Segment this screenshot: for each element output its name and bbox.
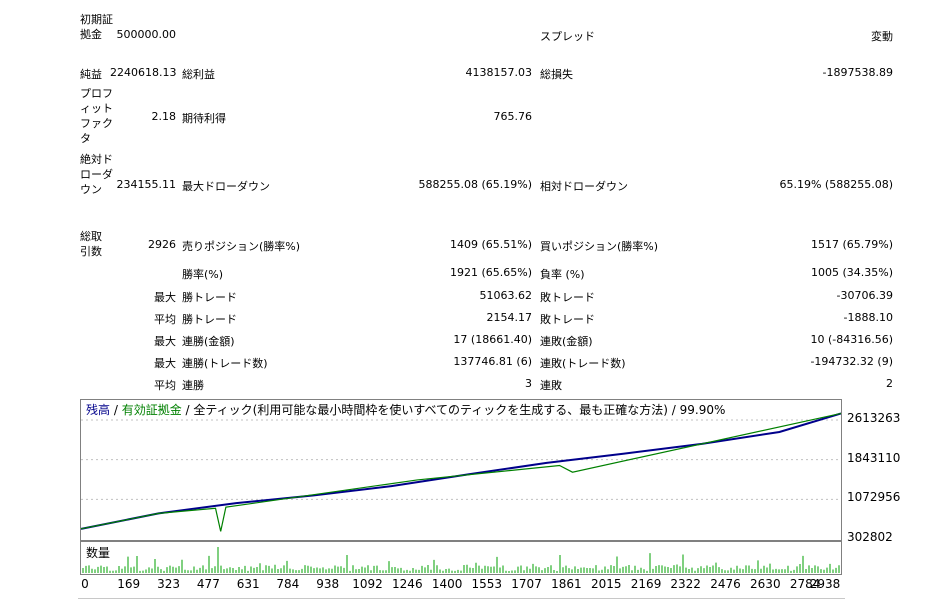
x-tick-label: 1400 xyxy=(431,577,463,591)
short-positions-value: 1409 (65.51%) xyxy=(449,238,532,251)
net-profit-label: 純益 xyxy=(80,68,102,81)
abs-drawdown-value: 234155.11 xyxy=(116,178,177,191)
average-win-prefix: 平均 xyxy=(154,313,176,326)
legend-quality: 99.90% xyxy=(679,403,726,417)
volume-chart: 数量 xyxy=(80,541,842,575)
max-consec-wins-amount-label: 連勝(金額) xyxy=(182,335,235,348)
max-consec-wins-trades-label: 連勝(トレード数) xyxy=(182,357,268,370)
win-rate-label: 勝率(%) xyxy=(182,268,224,281)
expected-payoff-value: 765.76 xyxy=(493,110,533,123)
chart-legend: 残高 / 有効証拠金 / 全ティック(利用可能な最小時間枠を使いすべてのティック… xyxy=(86,401,725,418)
initial-deposit-label: 初期証拠金 xyxy=(80,13,113,41)
y-tick-label: 1072956 xyxy=(847,490,901,505)
largest-loss-label: 敗トレード xyxy=(540,291,595,304)
largest-win-label: 勝トレード xyxy=(182,291,237,304)
x-tick-label: 0 xyxy=(81,577,89,591)
avg-consec-wins-value: 3 xyxy=(525,377,532,390)
x-tick-label: 477 xyxy=(196,577,220,591)
average-win-label: 勝トレード xyxy=(182,313,237,326)
equity-line xyxy=(80,412,842,532)
volume-label: 数量 xyxy=(86,546,111,560)
x-tick-label: 784 xyxy=(276,577,300,591)
profit-factor-label: プロフィットファクタ xyxy=(80,87,113,145)
max-consec-losses-amount-label: 連敗(金額) xyxy=(540,335,593,348)
max-consec-losses-trades-label: 連敗(トレード数) xyxy=(540,357,626,370)
avg-consec-wins-label: 連勝 xyxy=(182,379,204,392)
abs-drawdown-label: 絶対ドローダウン xyxy=(80,153,113,196)
win-rate-value: 1921 (65.65%) xyxy=(449,266,532,279)
x-tick-label: 2322 xyxy=(670,577,701,591)
x-tick-label: 2938 xyxy=(809,577,841,591)
x-tick-label: 2630 xyxy=(750,577,781,591)
gross-loss-value: -1897538.89 xyxy=(822,66,893,79)
loss-rate-value: 1005 (34.35%) xyxy=(810,266,893,279)
legend-equity: 有効証拠金 xyxy=(121,403,182,417)
max-drawdown-label: 最大ドローダウン xyxy=(182,180,270,193)
max-consec-losses-trades-value: -194732.32 (9) xyxy=(810,355,893,368)
long-positions-label: 買いポジション(勝率%) xyxy=(540,240,659,253)
x-tick-label: 1246 xyxy=(392,577,423,591)
gross-loss-label: 総損失 xyxy=(540,68,573,81)
rel-drawdown-label: 相対ドローダウン xyxy=(540,180,628,193)
legend-mode: 全ティック(利用可能な最小時間枠を使いすべてのティックを生成する、最も正確な方法… xyxy=(193,403,668,417)
max-consec-losses-amount-value: 10 (-84316.56) xyxy=(810,333,893,346)
balance-line xyxy=(80,412,842,530)
legend-sep: / xyxy=(181,403,194,417)
max-consec-wins-amount-value: 17 (18661.40) xyxy=(453,333,532,346)
balance-chart-svg xyxy=(80,412,842,532)
avg-consec-losses-label: 連敗 xyxy=(540,379,562,392)
largest-win-prefix: 最大 xyxy=(154,291,176,304)
bottom-divider xyxy=(78,598,845,599)
x-tick-label: 1707 xyxy=(511,577,542,591)
y-tick-label: 302802 xyxy=(847,530,893,544)
x-tick-label: 631 xyxy=(236,577,260,591)
max-consec-wins-trades-prefix: 最大 xyxy=(154,357,176,370)
y-tick-label: 2613263 xyxy=(847,411,901,425)
short-positions-label: 売りポジション(勝率%) xyxy=(182,240,301,253)
max-consec-wins-amount-prefix: 最大 xyxy=(154,335,176,348)
x-tick-label: 2169 xyxy=(630,577,662,591)
volume-chart-svg xyxy=(82,547,840,573)
balance-chart xyxy=(80,399,842,541)
rel-drawdown-value: 65.19% (588255.08) xyxy=(779,178,893,191)
avg-consec-losses-value: 2 xyxy=(886,377,893,390)
loss-rate-label: 負率 (%) xyxy=(540,268,585,281)
largest-loss-value: -30706.39 xyxy=(836,289,893,302)
average-win-value: 2154.17 xyxy=(486,311,533,324)
x-tick-label: 1092 xyxy=(352,577,383,591)
x-tick-label: 169 xyxy=(117,577,141,591)
long-positions-value: 1517 (65.79%) xyxy=(810,238,893,251)
spread-label: スプレッド xyxy=(540,30,595,43)
total-trades-label: 総取引数 xyxy=(80,230,102,258)
total-trades-value: 2926 xyxy=(148,238,176,251)
x-tick-label: 2476 xyxy=(710,577,741,591)
x-tick-label: 2015 xyxy=(590,577,622,591)
gross-profit-label: 総利益 xyxy=(182,68,215,81)
x-tick-label: 1553 xyxy=(471,577,502,591)
max-drawdown-value: 588255.08 (65.19%) xyxy=(418,178,532,191)
average-loss-label: 敗トレード xyxy=(540,313,595,326)
legend-balance: 残高 xyxy=(86,403,111,417)
x-tick-label: 1861 xyxy=(551,577,582,591)
avg-consec-wins-prefix: 平均 xyxy=(154,379,176,392)
largest-win-value: 51063.62 xyxy=(479,289,533,302)
x-tick-label: 323 xyxy=(157,577,180,591)
initial-deposit-value: 500000.00 xyxy=(116,28,177,41)
profit-factor-value: 2.18 xyxy=(151,110,177,123)
gross-profit-value: 4138157.03 xyxy=(465,66,532,79)
average-loss-value: -1888.10 xyxy=(843,311,893,324)
legend-sep: / xyxy=(667,403,680,417)
x-tick-label: 938 xyxy=(316,577,340,591)
spread-value: 変動 xyxy=(871,30,893,43)
expected-payoff-label: 期待利得 xyxy=(182,112,226,125)
net-profit-value: 2240618.13 xyxy=(110,66,177,79)
legend-sep: / xyxy=(110,403,122,417)
max-consec-wins-trades-value: 137746.81 (6) xyxy=(453,355,532,368)
y-tick-label: 1843110 xyxy=(847,450,901,465)
